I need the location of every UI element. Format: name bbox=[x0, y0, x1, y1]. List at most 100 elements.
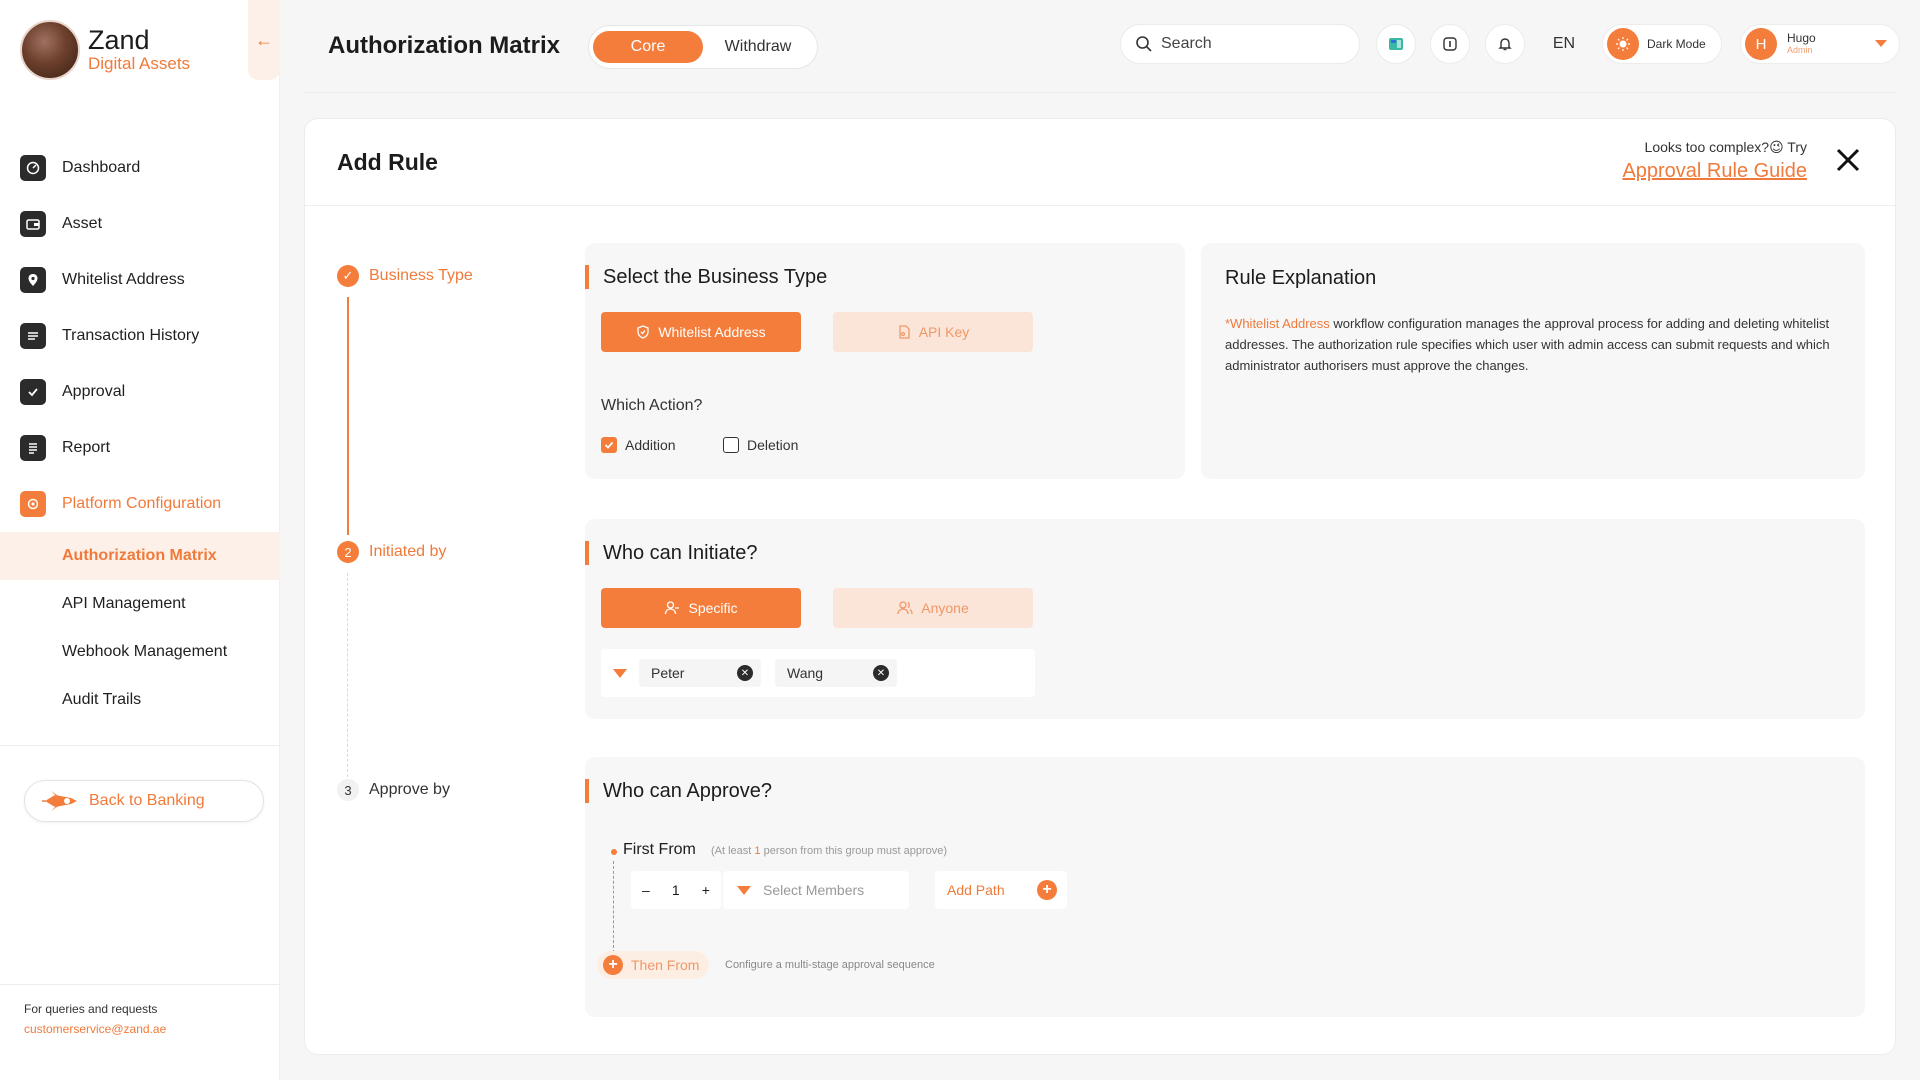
step-business-type: ✓ Business Type bbox=[337, 265, 473, 287]
card-title: Add Rule bbox=[337, 149, 438, 175]
section-title: Rule Explanation bbox=[1225, 267, 1377, 289]
sidebar-item-platform-configuration[interactable]: Platform Configuration bbox=[0, 476, 280, 532]
section-title: Who can Initiate? bbox=[585, 541, 758, 565]
first-from-note: (At least 1 person from this group must … bbox=[711, 845, 947, 857]
checkbox-checked-icon bbox=[601, 437, 617, 453]
checkbox-icon bbox=[20, 379, 46, 405]
step-connector bbox=[347, 573, 348, 787]
bullet-dot bbox=[611, 849, 617, 855]
anyone-option-button[interactable]: Anyone bbox=[833, 588, 1033, 628]
bell-icon bbox=[1498, 38, 1512, 51]
select-members-dropdown[interactable]: Select Members bbox=[723, 871, 909, 909]
search-input[interactable] bbox=[1161, 35, 1341, 53]
member-chip-label: Wang bbox=[787, 665, 824, 681]
step-label: Initiated by bbox=[369, 543, 447, 560]
sidebar-item-whitelist-address[interactable]: Whitelist Address bbox=[0, 252, 280, 308]
info-button[interactable] bbox=[1430, 24, 1470, 64]
step-approve-by: 3 Approve by bbox=[337, 779, 450, 801]
specific-option-button[interactable]: Specific bbox=[601, 588, 801, 628]
deletion-checkbox[interactable]: Deletion bbox=[723, 437, 798, 453]
plus-circle-icon: + bbox=[603, 955, 623, 975]
plus-circle-icon: + bbox=[1037, 880, 1057, 900]
member-chip: Peter ✕ bbox=[639, 659, 761, 687]
approval-rule-guide-link[interactable]: Approval Rule Guide bbox=[1622, 160, 1807, 183]
add-path-button[interactable]: Add Path + bbox=[935, 871, 1067, 909]
remove-chip-icon[interactable]: ✕ bbox=[737, 665, 753, 681]
sidebar-subitem-api-management[interactable]: API Management bbox=[0, 580, 280, 628]
sidebar-item-transaction-history[interactable]: Transaction History bbox=[0, 308, 280, 364]
chevron-down-icon bbox=[1875, 40, 1887, 47]
checkbox-label: Addition bbox=[625, 437, 676, 453]
sidebar-item-label: Whitelist Address bbox=[62, 271, 185, 288]
sidebar-item-approval[interactable]: Approval bbox=[0, 364, 280, 420]
then-from-button[interactable]: + Then From bbox=[597, 951, 710, 979]
remove-chip-icon[interactable]: ✕ bbox=[873, 665, 889, 681]
check-icon: ✓ bbox=[337, 265, 359, 287]
language-selector[interactable]: EN bbox=[1544, 24, 1584, 64]
dark-mode-toggle[interactable]: Dark Mode bbox=[1602, 24, 1722, 64]
header: Authorization Matrix Core Withdraw EN Da… bbox=[280, 0, 1920, 92]
api-key-option-button[interactable]: API Key bbox=[833, 312, 1033, 352]
sidebar-subitem-audit-trails[interactable]: Audit Trails bbox=[0, 676, 280, 724]
contact-email-link[interactable]: customerservice@zand.ae bbox=[24, 1022, 166, 1036]
section-title: Who can Approve? bbox=[585, 779, 772, 803]
sidebar-item-label: Report bbox=[62, 439, 111, 456]
sidebar-item-asset[interactable]: Asset bbox=[0, 196, 280, 252]
explanation-highlight: *Whitelist Address bbox=[1225, 316, 1330, 331]
notifications-button[interactable] bbox=[1485, 24, 1525, 64]
minus-icon[interactable]: – bbox=[642, 882, 650, 898]
user-role: Admin bbox=[1787, 45, 1813, 55]
tab-withdraw[interactable]: Withdraw bbox=[703, 31, 813, 63]
divider bbox=[305, 205, 1895, 206]
back-to-banking-label: Back to Banking bbox=[89, 792, 205, 809]
then-from-note: Configure a multi-stage approval sequenc… bbox=[725, 959, 935, 971]
whitelist-address-option-button[interactable]: Whitelist Address bbox=[601, 312, 801, 352]
sidebar-item-dashboard[interactable]: Dashboard bbox=[0, 140, 280, 196]
tab-core[interactable]: Core bbox=[593, 31, 703, 63]
collapse-sidebar-button[interactable]: ← bbox=[248, 0, 280, 80]
option-label: Specific bbox=[688, 600, 738, 616]
option-label: Anyone bbox=[921, 600, 969, 616]
app-icon bbox=[1389, 38, 1403, 50]
info-icon bbox=[1443, 37, 1457, 51]
wallet-icon bbox=[20, 211, 46, 237]
avatar: H bbox=[1745, 28, 1777, 60]
which-action-label: Which Action? bbox=[601, 397, 703, 414]
back-to-banking-button[interactable]: Back to Banking bbox=[24, 780, 264, 822]
addition-checkbox[interactable]: Addition bbox=[601, 437, 676, 453]
caret-down-icon bbox=[737, 885, 751, 895]
note-part: person from this group must approve) bbox=[760, 845, 948, 857]
member-chip: Wang ✕ bbox=[775, 659, 897, 687]
key-file-icon bbox=[899, 325, 910, 339]
dark-mode-label: Dark Mode bbox=[1647, 37, 1706, 51]
option-label: API Key bbox=[918, 324, 970, 340]
note-part: (At least bbox=[711, 845, 755, 857]
sidebar: Zand Digital Assets ← Dashboard Asset Wh… bbox=[0, 0, 280, 1080]
step-number: 2 bbox=[337, 541, 359, 563]
initiator-members-select[interactable]: Peter ✕ Wang ✕ bbox=[601, 649, 1035, 697]
caret-down-icon[interactable] bbox=[613, 668, 627, 678]
member-chip-label: Peter bbox=[651, 665, 685, 681]
sidebar-item-label: Dashboard bbox=[62, 159, 141, 176]
app-grid-button[interactable] bbox=[1376, 24, 1416, 64]
add-rule-card: Add Rule Looks too complex?😉 Try Approva… bbox=[304, 118, 1896, 1055]
brand[interactable]: Zand Digital Assets bbox=[20, 20, 190, 80]
sidebar-item-report[interactable]: Report bbox=[0, 420, 280, 476]
checkbox-unchecked-icon bbox=[723, 437, 739, 453]
sidebar-subitem-webhook-management[interactable]: Webhook Management bbox=[0, 628, 280, 676]
settings-icon bbox=[20, 491, 46, 517]
user-menu[interactable]: H Hugo Admin bbox=[1740, 24, 1900, 64]
sidebar-subitem-authorization-matrix[interactable]: Authorization Matrix bbox=[0, 532, 280, 580]
close-icon[interactable] bbox=[1831, 143, 1865, 177]
sidebar-nav: Dashboard Asset Whitelist Address Transa… bbox=[0, 140, 280, 724]
step-label: Approve by bbox=[369, 781, 450, 798]
divider bbox=[0, 984, 280, 985]
plus-icon[interactable]: + bbox=[702, 882, 710, 898]
first-from-label: First From bbox=[623, 841, 696, 858]
user-name: Hugo bbox=[1787, 31, 1816, 45]
divider bbox=[0, 745, 280, 746]
page-title: Authorization Matrix bbox=[328, 32, 560, 59]
who-can-initiate-section: Who can Initiate? Specific Anyone Peter … bbox=[585, 519, 1865, 719]
step-initiated-by: 2 Initiated by bbox=[337, 541, 446, 563]
search-box bbox=[1120, 24, 1360, 64]
